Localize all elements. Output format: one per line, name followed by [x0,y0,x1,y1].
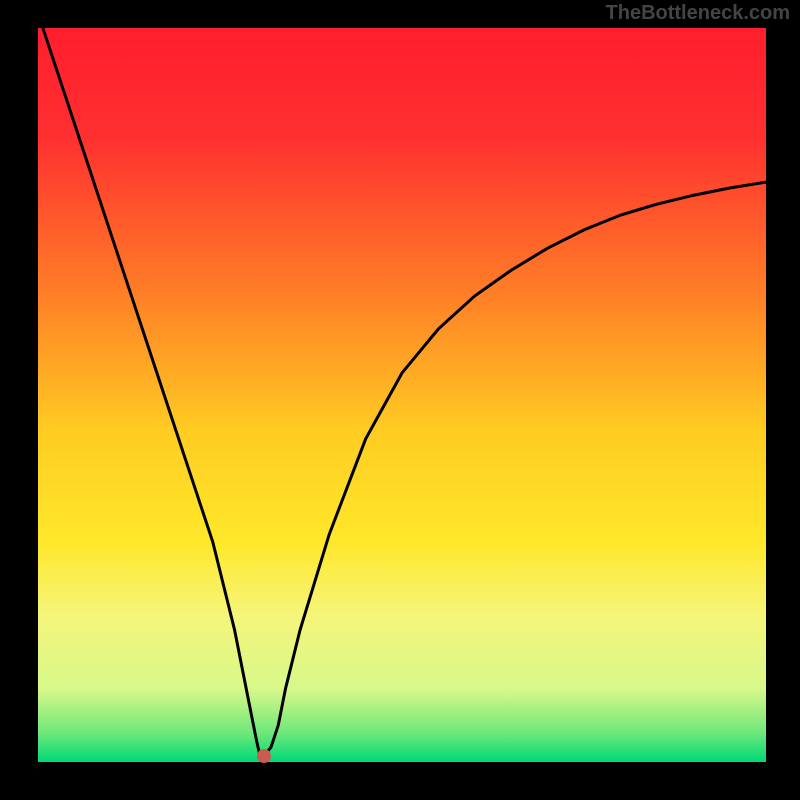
optimal-marker-dot [257,749,271,763]
plot-area [38,28,766,762]
watermark-text: TheBottleneck.com [606,2,790,25]
gradient-background [38,28,766,762]
chart-svg [38,28,766,762]
